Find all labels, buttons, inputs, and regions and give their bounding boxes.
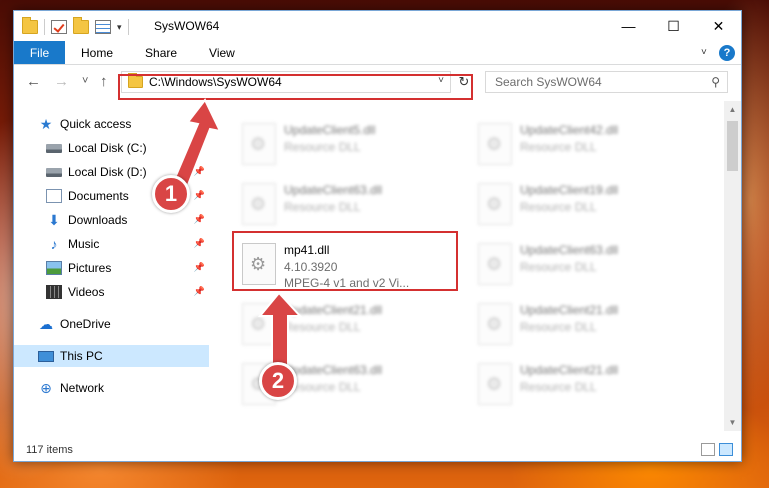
annotation-arrows [170, 98, 303, 373]
arrow-2 [257, 291, 303, 373]
step-badge-2: 2 [259, 362, 297, 400]
step-badge-1: 1 [152, 175, 190, 213]
